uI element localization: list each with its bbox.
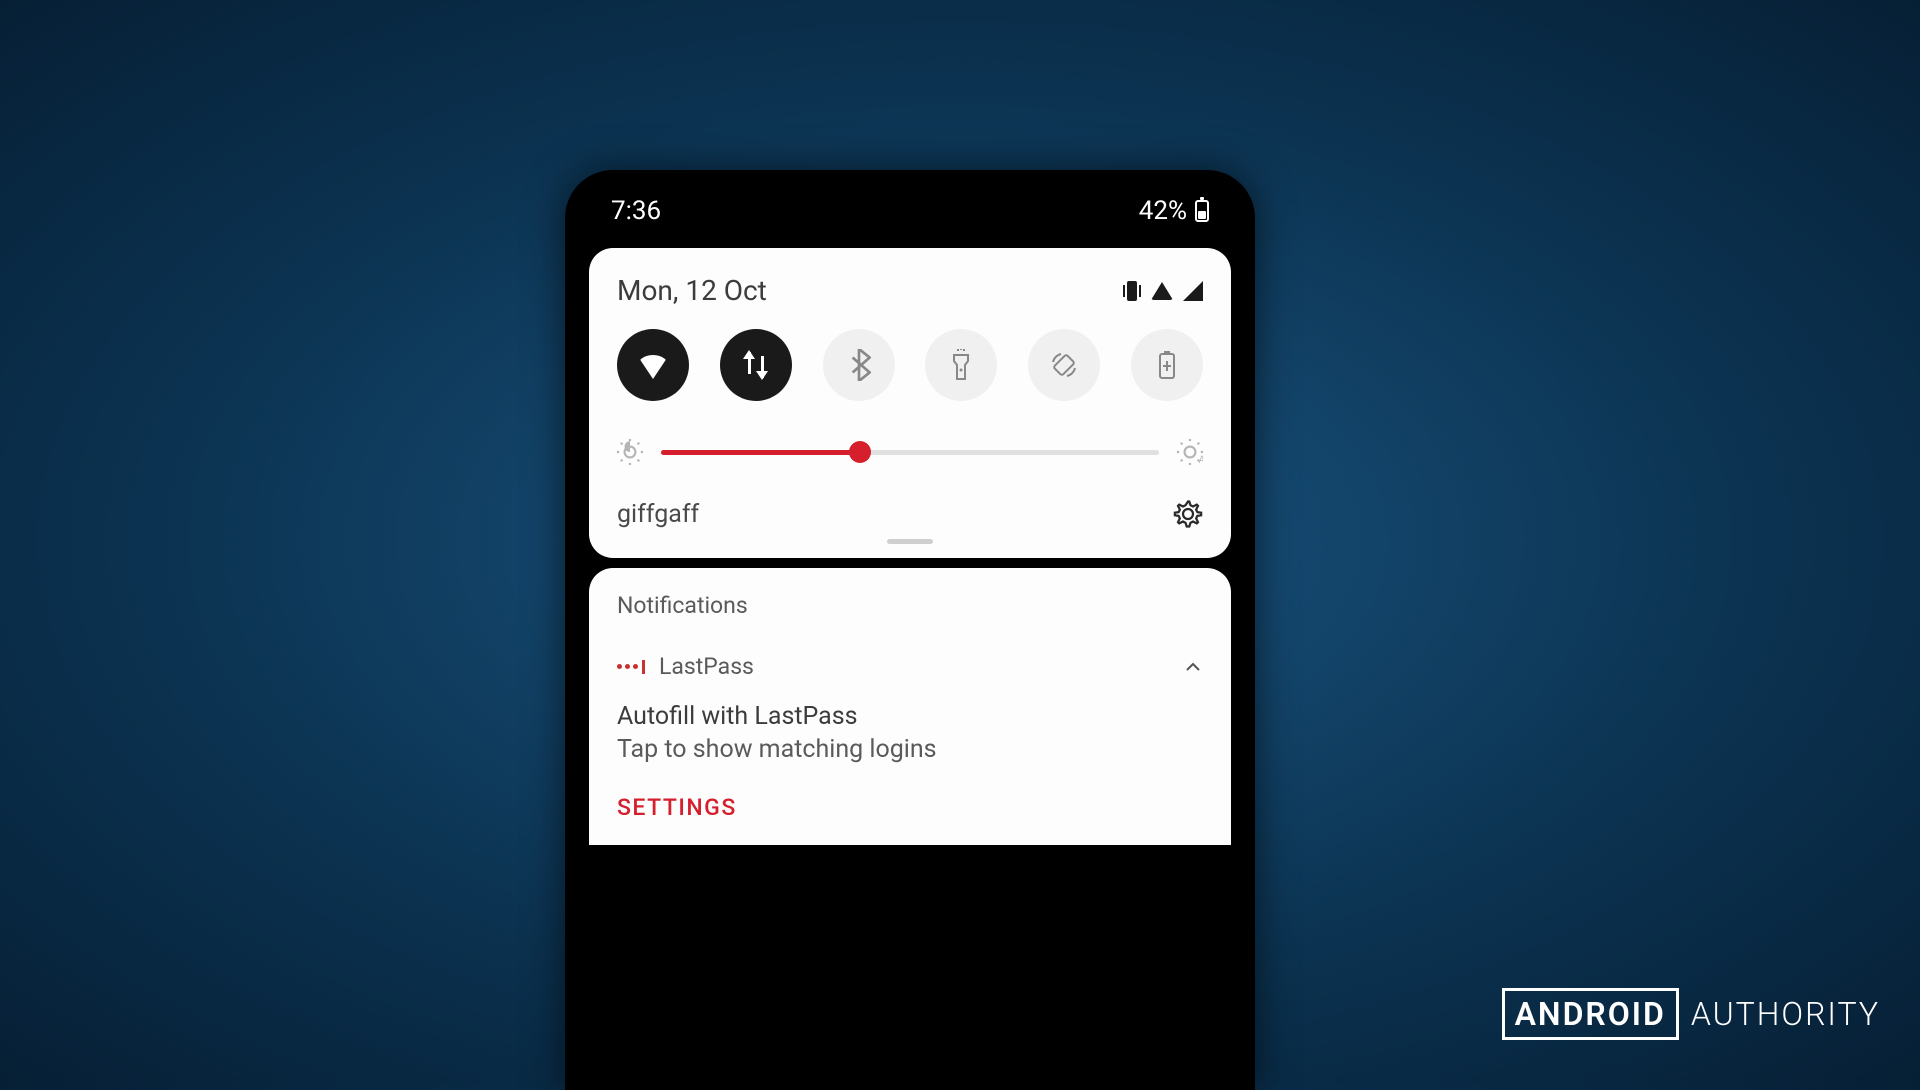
notification-app-row: LastPass xyxy=(617,653,1203,680)
brightness-row: A xyxy=(617,439,1203,465)
chevron-up-icon[interactable] xyxy=(1183,657,1203,677)
bluetooth-toggle[interactable] xyxy=(823,329,895,401)
notification-app-left: LastPass xyxy=(617,653,754,680)
drag-handle[interactable] xyxy=(887,539,933,544)
date-text: Mon, 12 Oct xyxy=(617,274,767,307)
wifi-icon xyxy=(637,355,669,379)
vibrate-icon xyxy=(1123,281,1141,301)
signal-status-icon xyxy=(1183,281,1203,301)
bluetooth-icon xyxy=(846,349,872,381)
qs-tiles-row xyxy=(617,329,1203,401)
notifications-header: Notifications xyxy=(617,592,1203,619)
flashlight-icon xyxy=(949,349,973,381)
notification-body: Tap to show matching logins xyxy=(617,735,1203,764)
notification-panel: Notifications LastPass Autofill with Las… xyxy=(589,568,1231,845)
phone-frame: 7:36 42% Mon, 12 Oct xyxy=(565,170,1255,1090)
qs-footer: giffgaff xyxy=(617,499,1203,529)
lastpass-icon xyxy=(617,660,645,674)
settings-gear-icon[interactable] xyxy=(1173,499,1203,529)
battery-saver-icon xyxy=(1157,350,1177,380)
mobile-data-icon xyxy=(741,350,771,380)
wifi-toggle[interactable] xyxy=(617,329,689,401)
qs-status-icons xyxy=(1123,281,1203,301)
battery-icon xyxy=(1195,200,1209,222)
brightness-low-icon xyxy=(617,439,643,465)
watermark: ANDROID AUTHORITY xyxy=(1502,988,1880,1040)
watermark-plain: AUTHORITY xyxy=(1691,995,1880,1033)
flashlight-toggle[interactable] xyxy=(925,329,997,401)
notification-app-name: LastPass xyxy=(659,653,754,680)
qs-header: Mon, 12 Oct xyxy=(617,274,1203,307)
wifi-status-icon xyxy=(1151,282,1173,300)
watermark-boxed: ANDROID xyxy=(1502,988,1679,1040)
mobile-data-toggle[interactable] xyxy=(720,329,792,401)
brightness-slider[interactable] xyxy=(661,450,1159,455)
notification-title: Autofill with LastPass xyxy=(617,702,1203,731)
status-time: 7:36 xyxy=(611,196,661,226)
phone-screen: 7:36 42% Mon, 12 Oct xyxy=(579,180,1241,1090)
svg-text:A: A xyxy=(1199,455,1203,465)
quick-settings-panel: Mon, 12 Oct xyxy=(589,248,1231,558)
status-right: 42% xyxy=(1139,196,1209,226)
status-bar: 7:36 42% xyxy=(579,180,1241,240)
notification-action-settings[interactable]: SETTINGS xyxy=(617,794,1203,821)
battery-percent: 42% xyxy=(1139,196,1187,226)
brightness-thumb[interactable] xyxy=(849,441,871,463)
notification-item[interactable]: LastPass Autofill with LastPass Tap to s… xyxy=(617,653,1203,821)
brightness-fill xyxy=(661,450,860,455)
auto-brightness-icon[interactable]: A xyxy=(1177,439,1203,465)
battery-saver-toggle[interactable] xyxy=(1131,329,1203,401)
auto-rotate-toggle[interactable] xyxy=(1028,329,1100,401)
carrier-label: giffgaff xyxy=(617,500,699,529)
auto-rotate-icon xyxy=(1049,350,1079,380)
